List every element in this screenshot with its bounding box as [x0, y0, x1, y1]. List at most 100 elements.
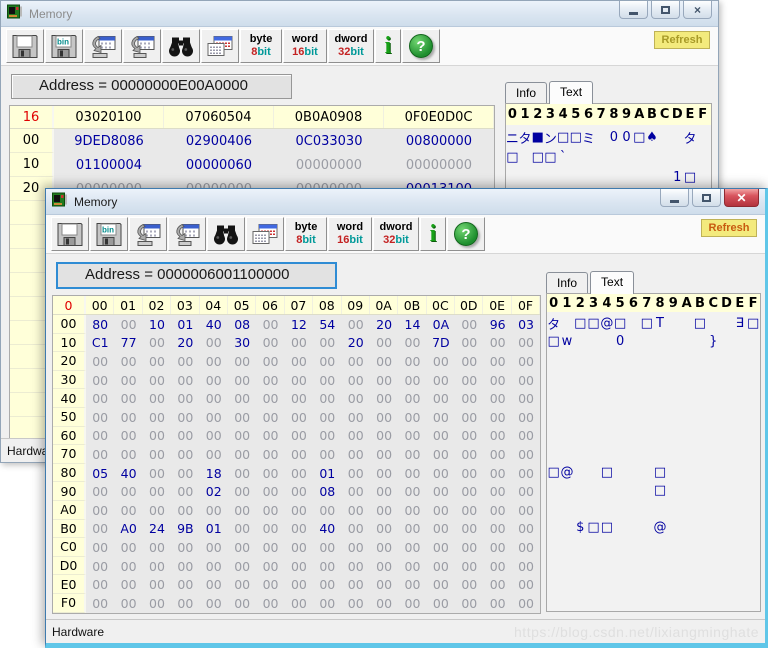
- tab-text[interactable]: Text: [590, 271, 635, 294]
- hex-cell[interactable]: 00: [342, 575, 370, 594]
- hex-cell[interactable]: 00: [256, 538, 284, 557]
- hex-cell[interactable]: 01: [171, 315, 199, 334]
- hex-cell[interactable]: 00: [228, 352, 256, 371]
- minimize-button[interactable]: [619, 1, 648, 19]
- hex-cell[interactable]: 00: [370, 575, 398, 594]
- hex-cell[interactable]: 20: [171, 334, 199, 353]
- hex-cell[interactable]: 00: [171, 557, 199, 576]
- hex-cell[interactable]: 00: [228, 371, 256, 390]
- hex-cell[interactable]: 00: [114, 445, 142, 464]
- hex-cell[interactable]: 00: [398, 445, 426, 464]
- hex-cell[interactable]: 80: [86, 315, 114, 334]
- hex-cell[interactable]: 00: [86, 371, 114, 390]
- dword-view-button[interactable]: dword 32bit: [328, 29, 374, 63]
- hex-cell[interactable]: 00: [427, 445, 455, 464]
- hex-cell[interactable]: 00: [171, 427, 199, 446]
- hex-cell[interactable]: 00: [398, 575, 426, 594]
- hex-cell[interactable]: 00: [86, 520, 114, 539]
- hex-cell[interactable]: 00: [342, 557, 370, 576]
- hex-cell[interactable]: 00: [171, 538, 199, 557]
- hex-cell[interactable]: 00: [200, 427, 228, 446]
- hex-cell[interactable]: 00: [427, 389, 455, 408]
- load-memory-button[interactable]: [84, 29, 122, 63]
- hex-cell[interactable]: 00: [427, 538, 455, 557]
- hex-cell[interactable]: 00: [114, 408, 142, 427]
- hex-cell[interactable]: 00: [398, 557, 426, 576]
- hex-cell[interactable]: 00: [86, 445, 114, 464]
- hex-cell[interactable]: 00: [285, 520, 313, 539]
- hex-cell[interactable]: 00: [313, 557, 341, 576]
- hex-cell[interactable]: 00: [228, 464, 256, 483]
- hex-cell[interactable]: 00: [285, 371, 313, 390]
- hex-cell[interactable]: 00: [143, 352, 171, 371]
- hex-cell[interactable]: 00: [512, 352, 540, 371]
- word-view-button[interactable]: word 16bit: [283, 29, 327, 63]
- hex-cell[interactable]: 0A: [427, 315, 455, 334]
- hex-cell[interactable]: 00: [342, 520, 370, 539]
- hex-cell[interactable]: 00: [86, 352, 114, 371]
- hex-cell[interactable]: 12: [285, 315, 313, 334]
- hex-cell[interactable]: 00: [342, 427, 370, 446]
- hex-cell[interactable]: 00: [427, 557, 455, 576]
- hex-cell[interactable]: 00: [313, 575, 341, 594]
- hex-cell[interactable]: 54: [313, 315, 341, 334]
- hex-cell[interactable]: 00: [370, 482, 398, 501]
- hex-cell[interactable]: 00: [512, 557, 540, 576]
- hex-cell[interactable]: 00: [256, 427, 284, 446]
- hex-cell[interactable]: 00: [200, 445, 228, 464]
- hex-cell[interactable]: 00: [114, 594, 142, 613]
- hex-cell[interactable]: 00: [228, 501, 256, 520]
- hex-cell[interactable]: 00: [313, 594, 341, 613]
- titlebar[interactable]: Memory ×: [1, 1, 718, 27]
- titlebar[interactable]: Memory ✕: [46, 189, 765, 215]
- hex-cell[interactable]: 00: [285, 408, 313, 427]
- hex-cell[interactable]: 00: [398, 538, 426, 557]
- hex-cell[interactable]: 00: [200, 334, 228, 353]
- hex-cell[interactable]: 20: [342, 334, 370, 353]
- hex-cell[interactable]: 00: [398, 352, 426, 371]
- hex-cell[interactable]: 00: [370, 520, 398, 539]
- hex-cell[interactable]: 00: [455, 352, 483, 371]
- hex-cell[interactable]: 00: [228, 482, 256, 501]
- hex-cell[interactable]: 00: [200, 352, 228, 371]
- hex-cell[interactable]: 00: [285, 445, 313, 464]
- hex-cell[interactable]: 00: [86, 389, 114, 408]
- hex-cell[interactable]: 00: [256, 445, 284, 464]
- hex-cell[interactable]: 00: [342, 352, 370, 371]
- hex-cell[interactable]: 00: [512, 482, 540, 501]
- hex-cell[interactable]: 00: [370, 501, 398, 520]
- hex-cell[interactable]: 00: [427, 371, 455, 390]
- hex-cell[interactable]: 00: [114, 352, 142, 371]
- memory-setup-button[interactable]: [201, 29, 239, 63]
- hex-cell[interactable]: 00: [285, 575, 313, 594]
- hex-cell[interactable]: 00: [285, 464, 313, 483]
- hex-cell[interactable]: 00: [398, 520, 426, 539]
- hex-cell[interactable]: 00: [455, 334, 483, 353]
- tab-text[interactable]: Text: [549, 81, 594, 104]
- hex-cell[interactable]: 00: [455, 445, 483, 464]
- hex-cell[interactable]: 00: [171, 501, 199, 520]
- byte-view-button[interactable]: byte 8bit: [240, 29, 282, 63]
- hex-cell[interactable]: 00: [86, 557, 114, 576]
- hex-cell[interactable]: 00: [483, 557, 511, 576]
- hex-cell[interactable]: 00: [512, 389, 540, 408]
- hex-cell[interactable]: 00: [285, 501, 313, 520]
- hex-cell[interactable]: 00: [483, 445, 511, 464]
- hex-cell[interactable]: 00: [313, 445, 341, 464]
- hex-cell[interactable]: 00: [143, 575, 171, 594]
- hex-cell[interactable]: 00: [342, 371, 370, 390]
- hex-cell[interactable]: 00: [455, 389, 483, 408]
- hex-cell[interactable]: 00: [256, 371, 284, 390]
- save-button[interactable]: [6, 29, 44, 63]
- hex-cell[interactable]: 00: [342, 538, 370, 557]
- hex-cell[interactable]: C1: [86, 334, 114, 353]
- hex-cell[interactable]: 00: [313, 501, 341, 520]
- hex-cell[interactable]: 00: [427, 575, 455, 594]
- hex-cell[interactable]: 00: [171, 575, 199, 594]
- hex-cell[interactable]: 00: [143, 445, 171, 464]
- hex-cell[interactable]: 00: [313, 427, 341, 446]
- hex-cell[interactable]: 77: [114, 334, 142, 353]
- address-display[interactable]: Address = 0000006001100000: [56, 262, 337, 289]
- refresh-button[interactable]: Refresh: [654, 31, 710, 49]
- hex-cell[interactable]: 00: [398, 464, 426, 483]
